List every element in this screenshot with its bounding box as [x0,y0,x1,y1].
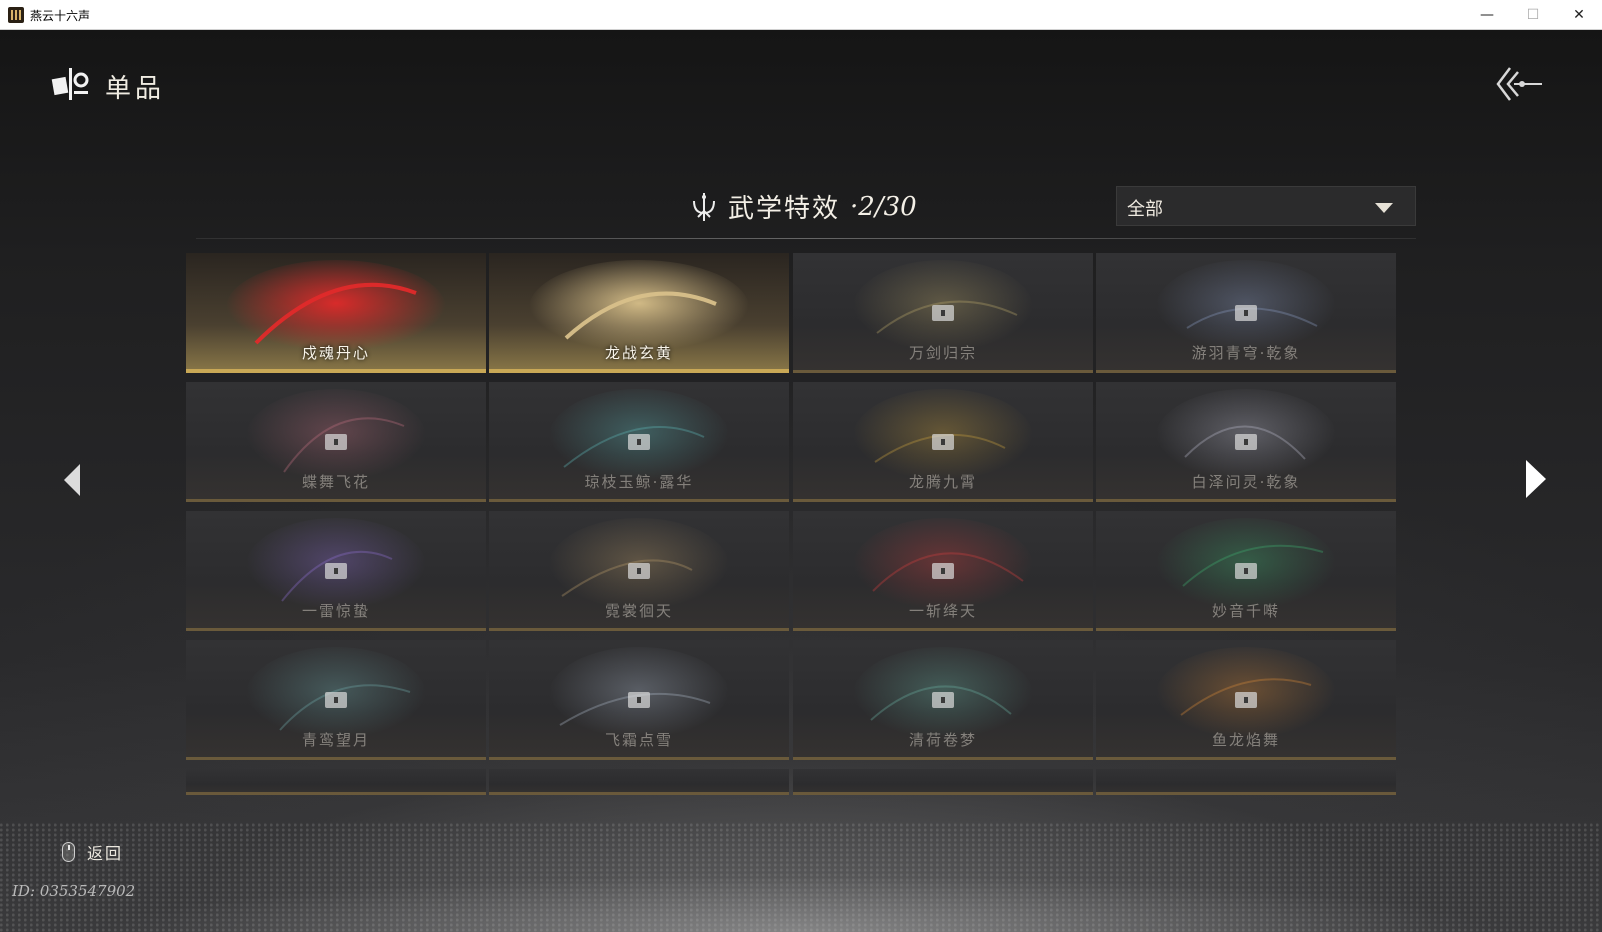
section-divider [196,238,1416,239]
trident-emblem-icon [693,192,715,221]
lock-icon [1235,692,1257,708]
user-id: ID: 0353547902 [12,882,136,900]
lock-icon [932,563,954,579]
lock-icon [325,563,347,579]
effect-card[interactable]: 青鸾望月 [186,640,486,760]
lock-icon [932,434,954,450]
effect-card[interactable]: 白泽问灵·乾象 [1096,382,1396,502]
game-viewport: 单品 武学特效 ·2/30 全部 戍魂丹心 龙战玄黄 万剑归宗 游羽青穹·乾象 … [0,30,1602,932]
effect-name: 清荷卷梦 [908,731,977,749]
mouse-right-click-icon [62,842,75,862]
lock-icon [628,692,650,708]
lock-icon [1235,305,1257,321]
effect-name: 龙腾九霄 [908,473,977,491]
effect-name: 戍魂丹心 [301,344,370,362]
effect-card[interactable]: 一雷惊蛰 [186,511,486,631]
chevron-right-icon[interactable] [1522,458,1548,500]
category-filter-dropdown[interactable]: 全部 [1116,186,1416,226]
lock-icon [1235,434,1257,450]
minimize-button[interactable]: — [1464,0,1510,30]
effect-card[interactable]: 戍魂丹心 [186,253,486,373]
lock-icon [325,692,347,708]
back-hint[interactable]: 返回 [62,840,123,864]
effect-name: 青鸾望月 [301,731,370,749]
lock-icon [932,692,954,708]
item-collection-icon [51,68,89,100]
effect-card[interactable]: 万剑归宗 [793,253,1093,373]
maximize-button[interactable]: ☐ [1510,0,1556,30]
chevron-down-icon [1375,203,1393,213]
lock-icon [628,434,650,450]
section-header: 武学特效 ·2/30 [690,188,917,225]
effect-card[interactable]: 妙音千啭 [1096,511,1396,631]
window-title: 燕云十六声 [30,9,91,23]
effect-name: 琼枝玉鲸·露华 [584,473,694,491]
lock-icon [932,305,954,321]
effect-name: 霓裳徊天 [604,602,673,620]
effect-card[interactable]: 龙腾九霄 [793,382,1093,502]
collection-count: ·2/30 [850,191,917,222]
effect-name: 万剑归宗 [908,344,977,362]
lock-icon [1235,563,1257,579]
effect-card[interactable]: 蝶舞飞花 [186,382,486,502]
page-title: 单品 [105,74,166,104]
effect-card[interactable]: 游羽青穹·乾象 [1096,253,1396,373]
filter-selected-value: 全部 [1127,199,1163,220]
effect-name: 一斩绛天 [908,602,977,620]
effect-card-partial[interactable] [186,769,486,795]
effect-card[interactable]: 清荷卷梦 [793,640,1093,760]
effect-card[interactable]: 琼枝玉鲸·露华 [489,382,789,502]
section-title: 武学特效 [728,194,841,224]
effect-card[interactable]: 龙战玄黄 [489,253,789,373]
lock-icon [325,434,347,450]
app-icon [8,7,24,23]
effect-card[interactable]: 飞霜点雪 [489,640,789,760]
effect-name: 妙音千啭 [1211,602,1280,620]
back-label: 返回 [87,844,124,863]
effect-name: 龙战玄黄 [604,344,673,362]
effect-card[interactable]: 霓裳徊天 [489,511,789,631]
back-arrow-icon[interactable] [1496,64,1546,104]
close-button[interactable]: ✕ [1556,0,1602,30]
effect-card-partial[interactable] [489,769,789,795]
effect-name: 鱼龙焰舞 [1211,731,1280,749]
window-titlebar: 燕云十六声 — ☐ ✕ [0,0,1602,30]
effect-card[interactable]: 鱼龙焰舞 [1096,640,1396,760]
effect-name: 飞霜点雪 [604,731,673,749]
effect-name: 蝶舞飞花 [301,473,370,491]
effect-card[interactable]: 一斩绛天 [793,511,1093,631]
effect-card-partial[interactable] [1096,769,1396,795]
effect-name: 白泽问灵·乾象 [1191,473,1301,491]
effect-card-partial[interactable] [793,769,1093,795]
effect-name: 一雷惊蛰 [301,602,370,620]
effect-name: 游羽青穹·乾象 [1191,344,1301,362]
chevron-left-icon[interactable] [60,462,84,498]
lock-icon [628,563,650,579]
